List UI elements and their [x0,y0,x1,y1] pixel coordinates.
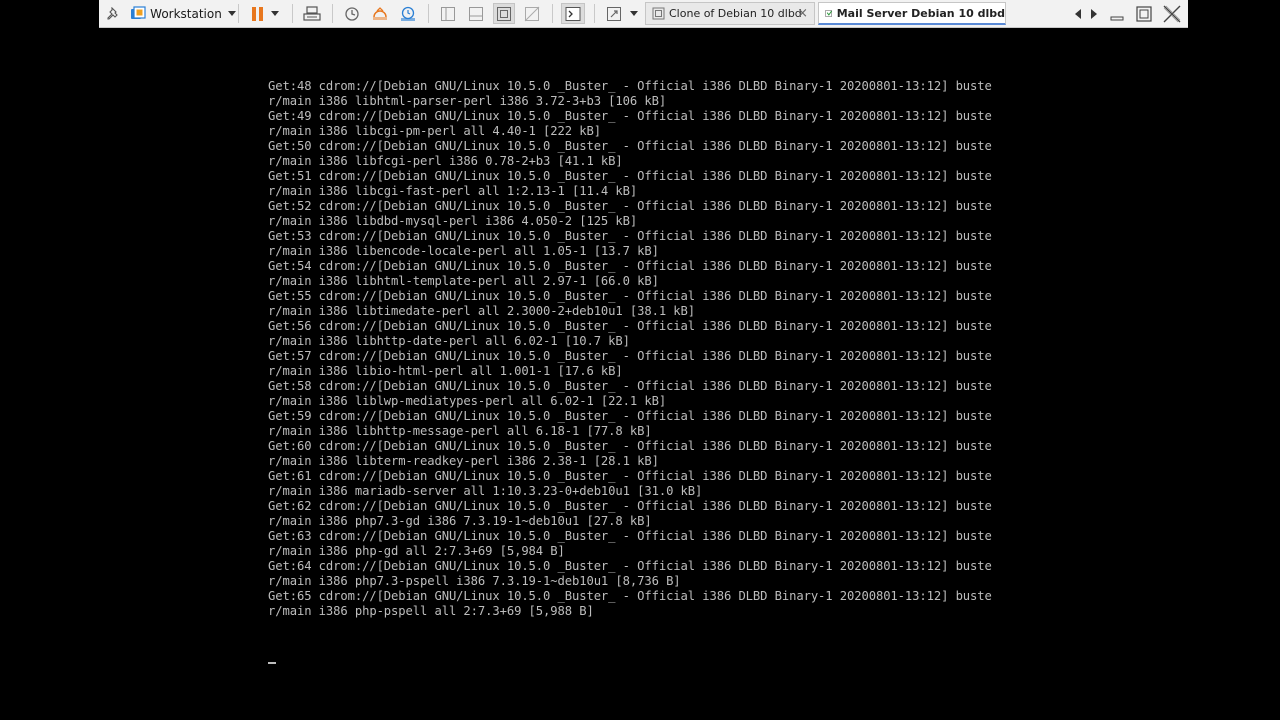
vm-console[interactable]: Get:48 cdrom://[Debian GNU/Linux 10.5.0 … [0,29,1280,720]
toolbar-separator [332,4,333,23]
tab-label: Clone of Debian 10 dlbd [669,7,802,20]
console-line: Get:51 cdrom://[Debian GNU/Linux 10.5.0 … [268,169,992,183]
console-line: r/main i386 liblwp-mediatypes-perl all 6… [268,394,667,408]
workstation-label: Workstation [150,6,222,21]
unity-icon[interactable] [521,3,543,24]
text-cursor [268,662,276,664]
console-line: r/main i386 libdbd-mysql-perl i386 4.050… [268,214,638,228]
console-line: r/main i386 libhttp-date-perl all 6.02-1… [268,334,630,348]
full-screen-icon[interactable] [493,3,515,24]
console-line: Get:62 cdrom://[Debian GNU/Linux 10.5.0 … [268,499,992,513]
console-line: r/main i386 libencode-locale-perl all 1.… [268,244,659,258]
vm-library-icon[interactable] [128,3,148,24]
console-line: Get:54 cdrom://[Debian GNU/Linux 10.5.0 … [268,259,992,273]
console-line: Get:48 cdrom://[Debian GNU/Linux 10.5.0 … [268,79,992,93]
toolbar-separator [428,4,429,23]
console-line: r/main i386 libhtml-parser-perl i386 3.7… [268,94,667,108]
console-line: r/main i386 php-gd all 2:7.3+69 [5,984 B… [268,544,565,558]
pause-icon [251,6,263,21]
console-line: Get:58 cdrom://[Debian GNU/Linux 10.5.0 … [268,379,992,393]
console-line: Get:63 cdrom://[Debian GNU/Linux 10.5.0 … [268,529,992,543]
console-line: Get:64 cdrom://[Debian GNU/Linux 10.5.0 … [268,559,992,573]
console-line: r/main i386 mariadb-server all 1:10.3.23… [268,484,703,498]
console-line: Get:61 cdrom://[Debian GNU/Linux 10.5.0 … [268,469,992,483]
tab-label: Mail Server Debian 10 dlbd [836,6,1005,20]
restore-icon[interactable] [1134,3,1154,24]
chevron-down-icon [270,11,279,16]
snapshot-icon[interactable] [341,3,363,24]
console-line: r/main i386 libhtml-template-perl all 2.… [268,274,659,288]
pin-icon[interactable] [105,3,123,24]
console-line: r/main i386 libtimedate-perl all 2.3000-… [268,304,696,318]
console-line: r/main i386 php-pspell all 2:7.3+69 [5,9… [268,604,594,618]
vmware-toolbar: Workstation Clone of Debian 10 dlbd × Ma… [99,0,1188,28]
vm-running-icon [825,9,833,17]
toolbar-separator [238,4,239,23]
console-line: r/main i386 libcgi-pm-perl all 4.40-1 [2… [268,124,601,138]
thumbnail-bar-icon[interactable] [465,3,487,24]
console-line: Get:53 cdrom://[Debian GNU/Linux 10.5.0 … [268,229,992,243]
pause-button[interactable] [245,3,285,24]
toolbar-separator [594,4,595,23]
console-line: r/main i386 libfcgi-perl i386 0.78-2+b3 … [268,154,623,168]
scroll-right-icon[interactable] [1087,3,1101,24]
console-line: Get:49 cdrom://[Debian GNU/Linux 10.5.0 … [268,109,992,123]
console-line: r/main i386 php7.3-gd i386 7.3.19-1~deb1… [268,514,652,528]
close-icon[interactable] [1161,3,1183,24]
vm-tab-icon [652,7,665,20]
console-line: Get:55 cdrom://[Debian GNU/Linux 10.5.0 … [268,289,992,303]
console-line: r/main i386 libterm-readkey-perl i386 2.… [268,454,659,468]
close-icon[interactable]: × [797,6,808,21]
console-line: Get:50 cdrom://[Debian GNU/Linux 10.5.0 … [268,139,992,153]
console-line: Get:59 cdrom://[Debian GNU/Linux 10.5.0 … [268,409,992,423]
tab-mail-server-debian[interactable]: Mail Server Debian 10 dlbd [818,2,1006,25]
toolbar-separator [292,4,293,23]
console-line: r/main i386 libcgi-fast-perl all 1:2.13-… [268,184,638,198]
console-line: Get:52 cdrom://[Debian GNU/Linux 10.5.0 … [268,199,992,213]
workstation-menu[interactable]: Workstation [150,3,236,24]
minimize-icon[interactable] [1107,3,1127,24]
sidebar-icon[interactable] [437,3,459,24]
chevron-down-icon [227,11,236,16]
console-line: Get:60 cdrom://[Debian GNU/Linux 10.5.0 … [268,439,992,453]
console-view-icon[interactable] [561,3,585,24]
snapshot-manager-icon[interactable] [397,3,419,24]
console-line: r/main i386 libio-html-perl all 1.001-1 … [268,364,623,378]
console-line: r/main i386 php7.3-pspell i386 7.3.19-1~… [268,574,681,588]
toolbar-separator [552,4,553,23]
console-output: Get:48 cdrom://[Debian GNU/Linux 10.5.0 … [268,79,992,619]
scroll-left-icon[interactable] [1071,3,1085,24]
stretch-icon[interactable] [602,3,642,24]
revert-snapshot-icon[interactable] [369,3,391,24]
console-line: Get:65 cdrom://[Debian GNU/Linux 10.5.0 … [268,589,992,603]
chevron-down-icon [630,11,638,16]
tab-clone-of-debian[interactable]: Clone of Debian 10 dlbd × [645,2,815,25]
console-line: Get:57 cdrom://[Debian GNU/Linux 10.5.0 … [268,349,992,363]
send-ctrl-alt-del-icon[interactable] [301,3,323,24]
console-line: Get:56 cdrom://[Debian GNU/Linux 10.5.0 … [268,319,992,333]
console-line: r/main i386 libhttp-message-perl all 6.1… [268,424,652,438]
